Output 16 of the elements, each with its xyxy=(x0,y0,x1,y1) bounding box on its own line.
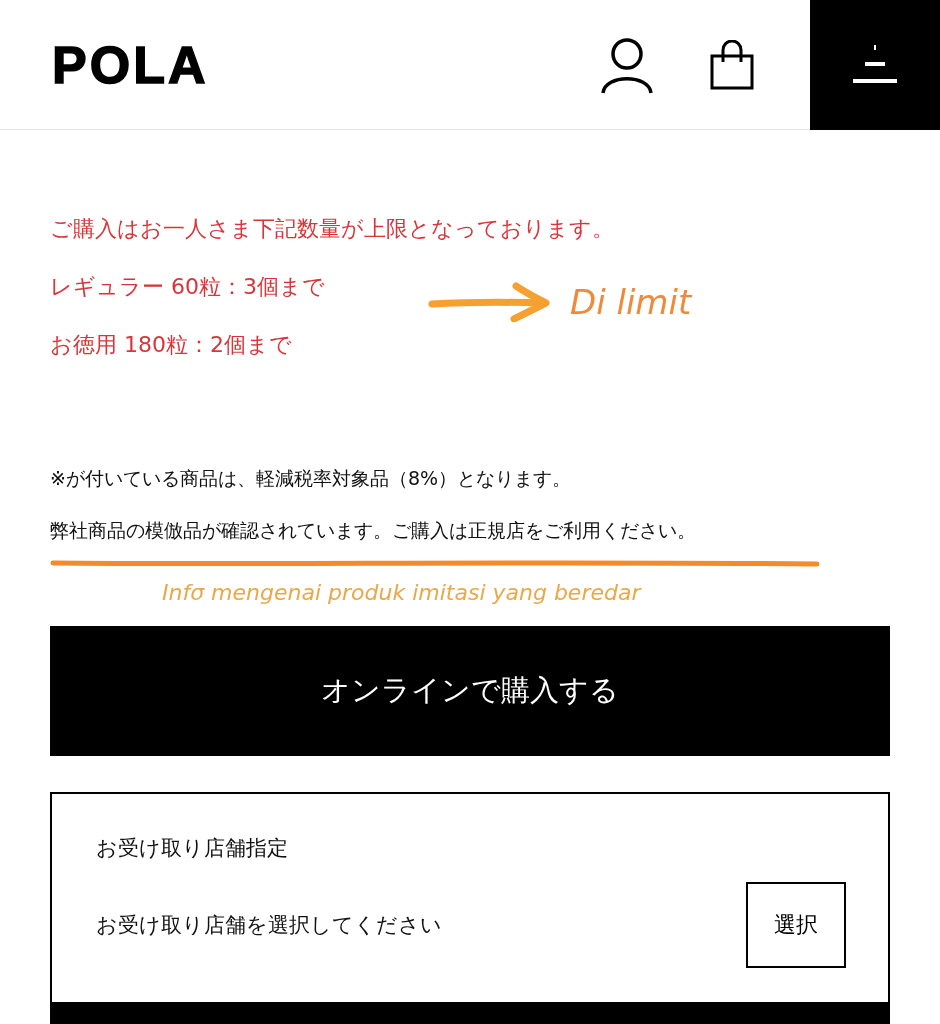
limit-text: レギュラー 60粒：3個まで xyxy=(50,273,325,301)
notice-text: 弊社商品の模倣品が確認されています。ご購入は正規店をご利用ください。 xyxy=(50,518,697,543)
menu-icon xyxy=(853,44,897,85)
logo[interactable]: POLA xyxy=(52,34,600,95)
account-icon[interactable] xyxy=(600,35,654,94)
limit-text: お徳用 180粒：2個まで xyxy=(50,331,292,359)
annotation-text: Di limit xyxy=(570,282,692,322)
buy-online-button[interactable]: オンラインで購入する xyxy=(50,626,890,756)
notice-text: ※が付いている商品は、軽減税率対象品（8%）となります。 xyxy=(50,466,573,491)
limit-text: ご購入はお一人さま下記数量が上限となっております。 xyxy=(50,215,614,243)
bag-icon[interactable] xyxy=(710,39,754,90)
arrow-icon xyxy=(428,282,552,322)
select-button[interactable]: 選択 xyxy=(746,882,846,968)
annotation-text: Infσ mengenai produk imitasi yang beredar xyxy=(162,579,643,607)
panel-title: お受け取り店舗指定 xyxy=(96,835,289,862)
store-prompt: お受け取り店舗を選択してください xyxy=(96,912,442,939)
